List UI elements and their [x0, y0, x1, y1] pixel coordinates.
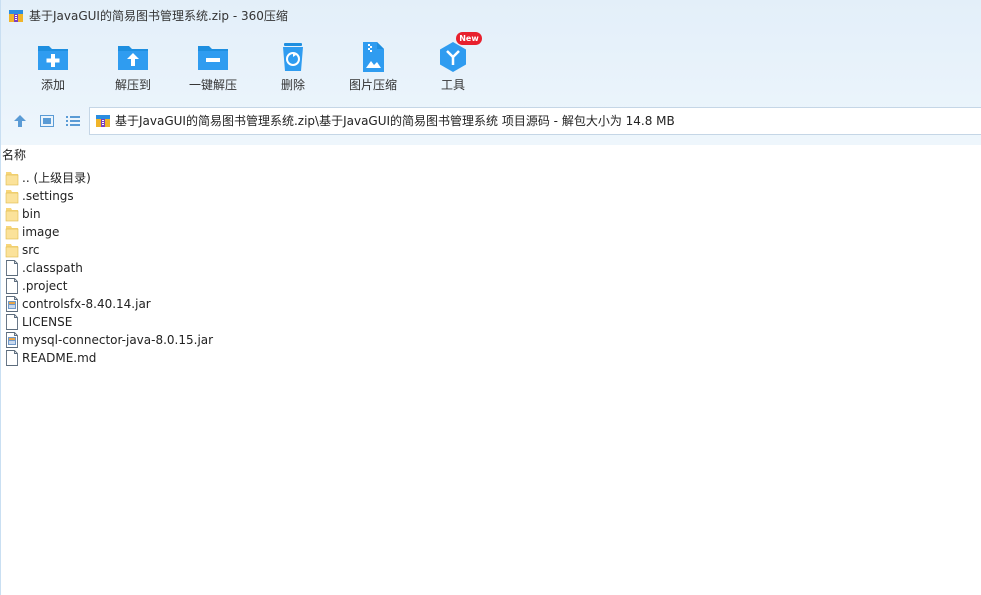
list-item-name: bin — [22, 207, 41, 221]
list-item[interactable]: LICENSE — [4, 313, 404, 331]
title-bar: 基于JavaGUI的简易图书管理系统.zip - 360压缩 — [1, 0, 981, 32]
tools-icon — [440, 42, 466, 72]
address-bar[interactable]: 基于JavaGUI的简易图书管理系统.zip\基于JavaGUI的简易图书管理系… — [89, 107, 981, 135]
add-button-label: 添加 — [40, 78, 65, 92]
one-click-extract-icon — [198, 46, 228, 70]
list-item[interactable]: README.md — [4, 349, 404, 367]
folder-icon — [5, 226, 19, 240]
image-compress-label: 图片压缩 — [348, 78, 397, 92]
folder-icon — [5, 172, 19, 186]
jar-file-icon — [6, 332, 18, 348]
list-item[interactable]: image — [4, 223, 404, 241]
archive-icon — [96, 115, 110, 127]
list-item[interactable]: bin — [4, 205, 404, 223]
list-item-name: .classpath — [22, 261, 83, 275]
list-item[interactable]: .settings — [4, 187, 404, 205]
list-item-name: .settings — [22, 189, 74, 203]
extract-to-label: 解压到 — [114, 78, 151, 92]
file-icon — [6, 260, 18, 276]
list-item-name: .project — [22, 279, 68, 293]
archive-app-icon — [9, 10, 23, 22]
list-item-name: .. (上级目录) — [22, 171, 91, 185]
image-compress-button[interactable]: 图片压缩 — [338, 38, 408, 98]
file-list: .. (上级目录) .settings bin image src .classpath.… — [4, 169, 404, 367]
list-item-name: LICENSE — [22, 315, 73, 329]
column-header-name[interactable]: 名称 — [2, 148, 26, 162]
tools-label: 工具 — [440, 78, 465, 92]
folder-icon — [5, 190, 19, 204]
window-title: 基于JavaGUI的简易图书管理系统.zip - 360压缩 — [29, 9, 288, 23]
add-button[interactable]: 添加 — [18, 38, 88, 98]
file-icon — [6, 314, 18, 330]
delete-label: 删除 — [280, 78, 305, 92]
delete-icon — [283, 43, 303, 71]
image-compress-icon — [363, 42, 384, 72]
folder-icon — [5, 244, 19, 258]
thumbnail-view-icon[interactable] — [39, 113, 55, 129]
up-arrow-icon[interactable] — [12, 113, 28, 129]
list-item-name: README.md — [22, 351, 97, 365]
list-item-name: src — [22, 243, 40, 257]
list-item-name: mysql-connector-java-8.0.15.jar — [22, 333, 214, 347]
address-path: 基于JavaGUI的简易图书管理系统.zip\基于JavaGUI的简易图书管理系… — [115, 114, 675, 128]
delete-button[interactable]: 删除 — [258, 38, 328, 98]
list-item[interactable]: .classpath — [4, 259, 404, 277]
list-item-name: image — [22, 225, 60, 239]
folder-icon — [5, 208, 19, 222]
list-item-name: controlsfx-8.40.14.jar — [22, 297, 151, 311]
file-icon — [6, 350, 18, 366]
one-click-extract-label: 一键解压 — [188, 78, 237, 92]
extract-to-button[interactable]: 解压到 — [98, 38, 168, 98]
file-icon — [6, 278, 18, 294]
add-folder-icon — [38, 46, 68, 70]
list-item[interactable]: controlsfx-8.40.14.jar — [4, 295, 404, 313]
jar-file-icon — [6, 296, 18, 312]
extract-to-icon — [118, 46, 148, 70]
list-item[interactable]: .. (上级目录) — [4, 169, 404, 187]
list-item[interactable]: src — [4, 241, 404, 259]
app-window: 基于JavaGUI的简易图书管理系统.zip - 360压缩 添加 解压到 一键… — [0, 0, 981, 595]
list-view-icon[interactable] — [65, 113, 81, 129]
tools-button[interactable]: 工具 — [418, 38, 488, 98]
one-click-extract-button[interactable]: 一键解压 — [178, 38, 248, 98]
new-badge: New — [456, 32, 482, 45]
list-item[interactable]: .project — [4, 277, 404, 295]
list-item[interactable]: mysql-connector-java-8.0.15.jar — [4, 331, 404, 349]
